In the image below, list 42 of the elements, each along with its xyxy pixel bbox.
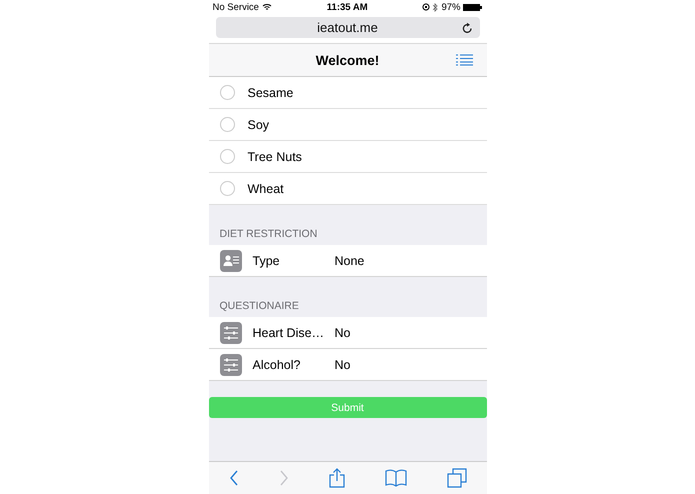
field-label: Type bbox=[252, 254, 281, 268]
clock-text: 11:35 AM bbox=[326, 2, 368, 12]
field-label: Heart Dise… bbox=[252, 326, 326, 340]
section-header: DIET RESTRICTION bbox=[218, 227, 318, 242]
radio-button[interactable] bbox=[220, 117, 234, 132]
address-bar[interactable]: ieatout.me bbox=[216, 17, 480, 38]
form-row[interactable]: Heart Dise… No bbox=[208, 317, 486, 349]
option-label: Soy bbox=[248, 118, 270, 132]
allergy-option[interactable]: Soy bbox=[208, 109, 486, 141]
section-header: QUESTIONAIRE bbox=[218, 299, 300, 314]
url-text: ieatout.me bbox=[317, 20, 378, 35]
radio-button[interactable] bbox=[220, 149, 234, 164]
allergy-option[interactable]: Wheat bbox=[208, 173, 486, 205]
page-title: Welcome! bbox=[316, 52, 380, 68]
reload-icon[interactable] bbox=[462, 22, 472, 34]
battery-text: 97% bbox=[441, 2, 460, 12]
bookmarks-icon[interactable] bbox=[384, 469, 406, 487]
form-row[interactable]: Alcohol? No bbox=[208, 349, 486, 381]
lock-rotation-icon bbox=[422, 3, 430, 11]
sliders-icon bbox=[220, 354, 242, 376]
bluetooth-icon bbox=[433, 2, 438, 12]
radio-button[interactable] bbox=[220, 85, 234, 100]
sliders-icon bbox=[220, 322, 242, 344]
menu-icon[interactable] bbox=[456, 54, 472, 66]
option-label: Wheat bbox=[248, 182, 284, 196]
field-value[interactable]: None bbox=[334, 254, 364, 268]
tabs-icon[interactable] bbox=[446, 468, 466, 488]
radio-button[interactable] bbox=[220, 181, 234, 196]
form-row[interactable]: Type None bbox=[208, 245, 486, 277]
share-icon[interactable] bbox=[328, 468, 344, 488]
allergy-option[interactable]: Sesame bbox=[208, 77, 486, 109]
field-value[interactable]: No bbox=[334, 326, 350, 340]
field-label: Alcohol? bbox=[252, 358, 302, 372]
contact-card-icon bbox=[220, 250, 242, 272]
carrier-text: No Service bbox=[212, 2, 259, 12]
option-label: Tree Nuts bbox=[248, 150, 302, 164]
back-icon[interactable] bbox=[228, 470, 238, 486]
wifi-icon bbox=[262, 3, 272, 11]
allergy-option[interactable]: Tree Nuts bbox=[208, 141, 486, 173]
field-value[interactable]: No bbox=[334, 358, 350, 372]
option-label: Sesame bbox=[248, 86, 294, 100]
battery-icon bbox=[463, 4, 482, 10]
